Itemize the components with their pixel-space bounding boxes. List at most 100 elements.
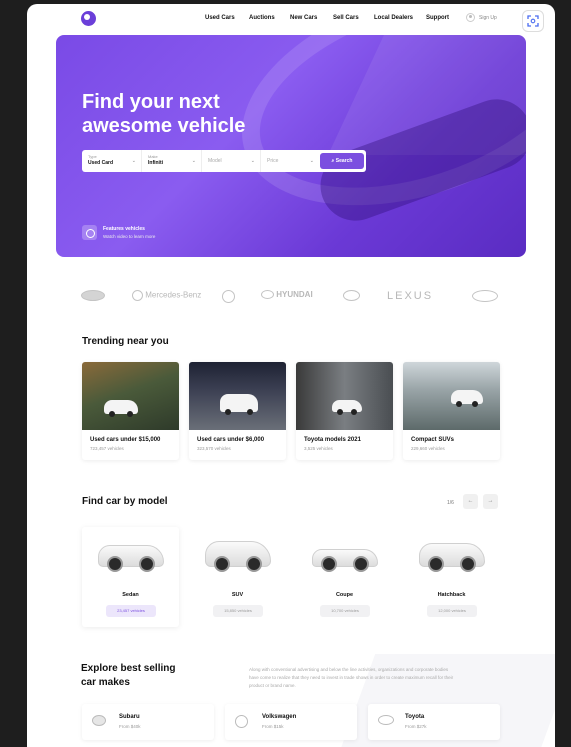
make-select[interactable]: Make Infiniti ⌄ xyxy=(142,150,202,172)
nav-support[interactable]: Support xyxy=(426,15,449,21)
prev-arrow-icon[interactable]: ← xyxy=(463,494,478,509)
nav-sell-cars[interactable]: Sell Cars xyxy=(333,15,359,21)
toyota-logo-icon xyxy=(378,715,394,725)
page: Used Cars Auctions New Cars Sell Cars Lo… xyxy=(27,4,555,747)
trending-card[interactable]: Used cars under $6,000 323,570 vehicles xyxy=(189,362,286,460)
logo-icon[interactable] xyxy=(81,11,96,26)
search-icon: ⌕ xyxy=(331,158,335,164)
trending-card-count: 229,660 vehicles xyxy=(411,446,445,451)
trending-title: Trending near you xyxy=(82,336,169,347)
model-count-badge: 12,000 vehicles xyxy=(427,605,477,617)
volkswagen-logo-icon xyxy=(235,715,248,728)
infiniti-logo-icon[interactable] xyxy=(472,290,498,302)
model-count-badge: 23,457 vehicles xyxy=(106,605,156,617)
nav-new-cars[interactable]: New Cars xyxy=(290,15,317,21)
make-price: From $40k xyxy=(119,724,141,729)
search-button-label: Search xyxy=(335,158,353,164)
model-card-hatchback[interactable]: Hatchback 12,000 vehicles xyxy=(403,527,500,627)
user-icon xyxy=(466,13,475,22)
make-name: Toyota xyxy=(405,714,425,720)
brand-logos: Mercedes-Benz HYUNDAI LEXUS xyxy=(81,290,501,304)
hero-title-line1: Find your next xyxy=(82,91,220,113)
lexus-logo-icon[interactable]: LEXUS xyxy=(387,290,433,302)
nav-local-dealers[interactable]: Local Dealers xyxy=(374,15,413,21)
suv-car-image xyxy=(205,541,271,572)
signup-link[interactable]: Sign Up xyxy=(466,13,497,22)
make-name: Subaru xyxy=(119,714,140,720)
best-selling-title-line2: car makes xyxy=(81,677,130,688)
hatchback-car-image xyxy=(419,543,485,572)
hyundai-wordmark: HYUNDAI xyxy=(276,290,313,299)
trending-card-count: 323,570 vehicles xyxy=(197,446,231,451)
play-icon xyxy=(82,225,97,240)
make-price: From $15k xyxy=(262,724,284,729)
trending-card-title: Toyota models 2021 xyxy=(304,437,361,443)
volkswagen-logo-icon[interactable] xyxy=(222,290,235,303)
model-name: Sedan xyxy=(122,592,139,598)
trending-card-image xyxy=(82,362,179,430)
model-card-suv[interactable]: SUV 15,850 vehicles xyxy=(189,527,286,627)
subaru-logo-icon xyxy=(92,715,106,726)
type-value: Used Card xyxy=(88,160,114,166)
trending-card-image xyxy=(189,362,286,430)
coupe-car-image xyxy=(312,549,378,572)
trending-card-count: 3,525 vehicles xyxy=(304,446,333,451)
hero-title-line2: awesome vehicle xyxy=(82,115,246,137)
trending-card-image xyxy=(296,362,393,430)
price-select[interactable]: Price ⌄ xyxy=(261,150,319,172)
make-card-subaru[interactable]: Subaru From $40k xyxy=(82,704,214,740)
search-bar: Type Used Card ⌄ Make Infiniti ⌄ Model ⌄… xyxy=(82,150,366,172)
mercedes-logo-icon[interactable]: Mercedes-Benz xyxy=(132,290,201,301)
pager-indicator: 1/6 xyxy=(447,500,454,506)
chevron-down-icon: ⌄ xyxy=(250,158,255,164)
trending-card-title: Compact SUVs xyxy=(411,437,455,443)
best-selling-title-line1: Explore best selling xyxy=(81,663,176,674)
make-price: From $27k xyxy=(405,724,427,729)
nav-used-cars[interactable]: Used Cars xyxy=(205,15,235,21)
model-select[interactable]: Model ⌄ xyxy=(202,150,261,172)
screenshot-scan-icon[interactable] xyxy=(522,10,544,32)
make-card-toyota[interactable]: Toyota From $27k xyxy=(368,704,500,740)
top-navigation: Used Cars Auctions New Cars Sell Cars Lo… xyxy=(27,4,555,34)
make-card-volkswagen[interactable]: Volkswagen From $15k xyxy=(225,704,357,740)
trending-card[interactable]: Toyota models 2021 3,525 vehicles xyxy=(296,362,393,460)
hyundai-logo-icon[interactable]: HYUNDAI xyxy=(261,290,313,300)
trending-card-count: 723,457 vehicles xyxy=(90,446,124,451)
model-card-sedan[interactable]: Sedan 23,457 vehicles xyxy=(82,527,179,627)
make-value: Infiniti xyxy=(148,160,163,166)
next-arrow-icon[interactable]: → xyxy=(483,494,498,509)
trending-card-title: Used cars under $6,000 xyxy=(197,437,265,443)
best-selling-title: Explore best selling car makes xyxy=(81,662,211,690)
chevron-down-icon: ⌄ xyxy=(131,158,136,164)
model-name: SUV xyxy=(231,592,244,598)
model-count-badge: 15,850 vehicles xyxy=(213,605,263,617)
featured-title: Features vehicles xyxy=(103,226,145,232)
type-label: Type xyxy=(88,154,97,159)
subaru-logo-icon[interactable] xyxy=(81,290,105,301)
models-title: Find car by model xyxy=(82,496,168,507)
nav-auctions[interactable]: Auctions xyxy=(249,15,275,21)
model-card-coupe[interactable]: Coupe 10,700 vehicles xyxy=(296,527,393,627)
make-label: Make xyxy=(148,154,158,159)
make-name: Volkswagen xyxy=(262,714,297,720)
trending-card-title: Used cars under $15,000 xyxy=(90,437,161,443)
best-selling-description: Along with conventional advertising and … xyxy=(249,667,454,688)
chevron-down-icon: ⌄ xyxy=(191,158,196,164)
hero-title: Find your next awesome vehicle xyxy=(82,90,302,138)
trending-card[interactable]: Used cars under $15,000 723,457 vehicles xyxy=(82,362,179,460)
hero-banner: Find your next awesome vehicle Type Used… xyxy=(56,35,526,257)
trending-card-image xyxy=(403,362,500,430)
type-select[interactable]: Type Used Card ⌄ xyxy=(82,150,142,172)
sedan-car-image xyxy=(98,545,164,572)
model-name: Coupe xyxy=(335,592,354,598)
chevron-down-icon: ⌄ xyxy=(309,158,314,164)
featured-subtitle: Watch video to learn more xyxy=(103,234,156,239)
model-placeholder: Model xyxy=(208,158,222,164)
model-count-badge: 10,700 vehicles xyxy=(320,605,370,617)
model-name: Hatchback xyxy=(437,592,466,598)
lexus-wordmark: LEXUS xyxy=(387,290,434,302)
search-button[interactable]: ⌕ Search xyxy=(320,153,364,169)
toyota-logo-icon[interactable] xyxy=(343,290,360,301)
trending-card[interactable]: Compact SUVs 229,660 vehicles xyxy=(403,362,500,460)
price-placeholder: Price xyxy=(267,158,279,164)
